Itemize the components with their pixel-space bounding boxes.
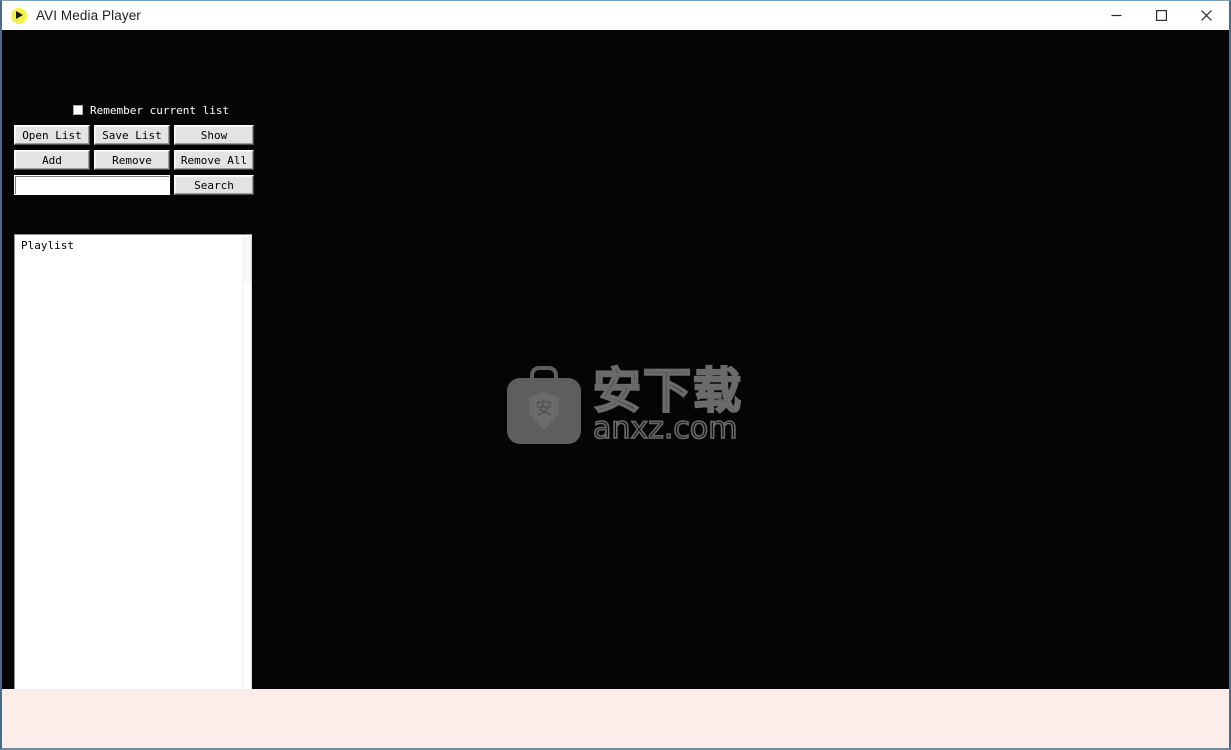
- application-window: AVI Media Player Remember current list O…: [0, 0, 1231, 750]
- add-button[interactable]: Add: [14, 150, 90, 170]
- watermark-text: 安下载 anxz.com: [592, 363, 744, 446]
- remove-button[interactable]: Remove: [94, 150, 170, 170]
- search-row: Search: [14, 175, 254, 195]
- minimize-button[interactable]: [1094, 1, 1139, 30]
- video-display-area[interactable]: Remember current list Open List Save Lis…: [2, 30, 1229, 689]
- playlist-scrollbar[interactable]: [242, 235, 251, 689]
- playlist-listbox[interactable]: Playlist: [14, 234, 252, 689]
- anxz-watermark: 安 安下载 anxz.com: [507, 360, 742, 450]
- title-bar: AVI Media Player: [2, 1, 1229, 30]
- watermark-domain-text: anxz.com: [592, 411, 738, 446]
- bottom-status-strip: [2, 689, 1229, 748]
- playlist-file-buttons-row: Open List Save List Show: [14, 125, 254, 145]
- list-item[interactable]: Playlist: [21, 239, 251, 253]
- remember-current-list-checkbox[interactable]: [73, 105, 83, 115]
- remember-current-list-row[interactable]: Remember current list: [73, 102, 254, 118]
- search-button[interactable]: Search: [174, 175, 254, 195]
- show-button[interactable]: Show: [174, 125, 254, 145]
- remove-all-button[interactable]: Remove All: [174, 150, 254, 170]
- playlist-edit-buttons-row: Add Remove Remove All: [14, 150, 254, 170]
- close-button[interactable]: [1184, 1, 1229, 30]
- shield-character: 安: [535, 399, 553, 419]
- watermark-chinese-text: 安下载: [592, 363, 744, 419]
- window-title: AVI Media Player: [36, 8, 141, 23]
- maximize-button[interactable]: [1139, 1, 1184, 30]
- playlist-controls-panel: Remember current list Open List Save Lis…: [14, 102, 254, 201]
- remember-current-list-label: Remember current list: [90, 103, 230, 117]
- play-circle-icon: [11, 7, 27, 24]
- playlist-items: Playlist: [15, 235, 251, 253]
- open-list-button[interactable]: Open List: [14, 125, 90, 145]
- search-input[interactable]: [14, 175, 170, 195]
- briefcase-icon: 安: [507, 366, 581, 444]
- window-controls: [1094, 1, 1229, 30]
- save-list-button[interactable]: Save List: [94, 125, 170, 145]
- playlist-scrollbar-thumb[interactable]: [244, 237, 251, 283]
